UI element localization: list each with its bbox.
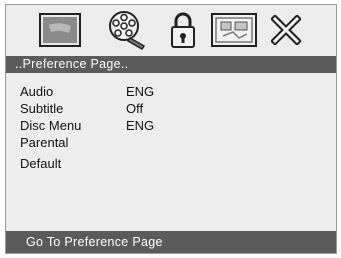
menu-item-value: ENG	[126, 84, 155, 99]
tab-password-setup[interactable]	[166, 10, 200, 50]
menu-item-value: ENG	[126, 118, 155, 133]
menu-item-label: Subtitle	[20, 101, 64, 116]
preference-menu: Audio ENG Subtitle Off Disc Menu ENG Par…	[6, 73, 336, 231]
general-setup-icon	[39, 13, 81, 47]
menu-item-label: Audio	[20, 84, 54, 99]
menu-item-label: Parental	[20, 135, 69, 150]
preference-icon	[211, 13, 257, 47]
icon-tab-bar	[6, 5, 336, 56]
tab-general-setup[interactable]	[38, 10, 82, 50]
exit-icon	[271, 15, 301, 45]
lock-icon	[171, 12, 195, 48]
menu-item-label: Default	[20, 156, 62, 171]
menu-item-label: Disc Menu	[20, 118, 82, 133]
audio-setup-icon	[109, 11, 146, 50]
tab-exit[interactable]	[268, 10, 304, 50]
osd-setup-menu: ..Preference Page.. Audio ENG Subtitle O…	[5, 4, 337, 254]
page-title: ..Preference Page..	[6, 56, 336, 73]
tab-preference[interactable]	[210, 10, 258, 50]
tab-audio-setup[interactable]	[104, 10, 148, 50]
menu-item-value: Off	[126, 101, 144, 116]
status-hint: Go To Preference Page	[6, 231, 336, 253]
